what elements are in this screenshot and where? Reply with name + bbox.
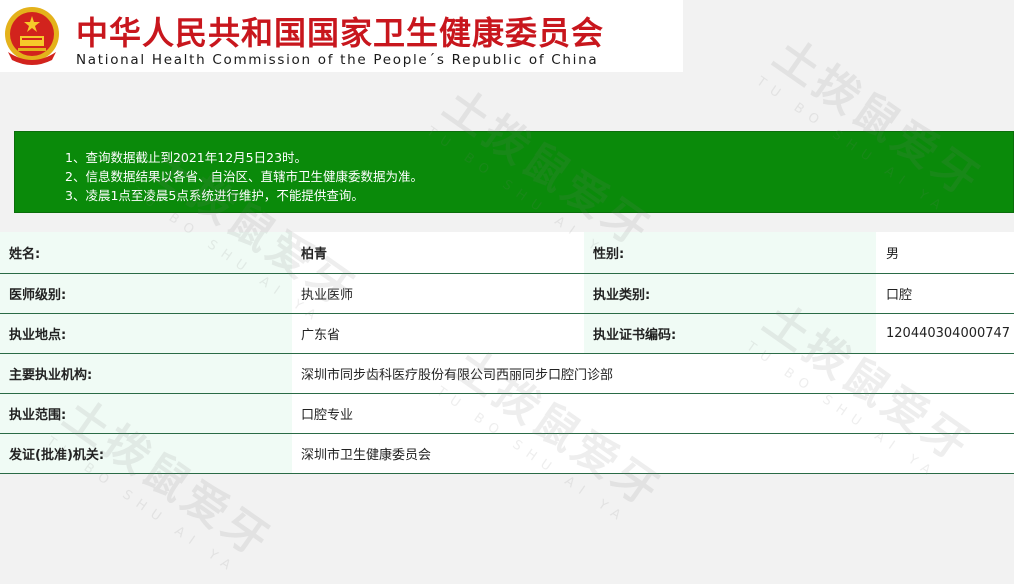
category-value: 口腔 — [876, 273, 1014, 314]
institution-value: 深圳市同步齿科医疗股份有限公司西丽同步口腔门诊部 — [292, 353, 1014, 394]
level-value: 执业医师 — [292, 273, 584, 314]
notice-line-2: 2、信息数据结果以各省、自治区、直辖市卫生健康委数据为准。 — [65, 169, 423, 184]
table-row: 执业范围: 口腔专业 — [0, 393, 1014, 434]
scope-label: 执业范围: — [0, 393, 292, 434]
notice-line-3: 3、凌晨1点至凌晨5点系统进行维护，不能提供查询。 — [65, 188, 364, 203]
location-label: 执业地点: — [0, 313, 292, 354]
cert-value: 120440304000747 — [876, 313, 1014, 354]
site-header: 中华人民共和国国家卫生健康委员会 National Health Commiss… — [0, 0, 683, 72]
query-notice-box: 1、查询数据截止到2021年12月5日23时。 2、信息数据结果以各省、自治区、… — [14, 131, 1014, 213]
name-label: 姓名: — [0, 232, 292, 274]
table-row: 执业地点: 广东省 执业证书编码: 120440304000747 — [0, 313, 1014, 354]
physician-info-table: 姓名: 柏青 性别: 男 医师级别: 执业医师 执业类别: 口腔 执业地点: 广… — [0, 232, 1014, 474]
agency-title-chinese: 中华人民共和国国家卫生健康委员会 — [76, 14, 605, 52]
gender-value: 男 — [876, 232, 1014, 274]
table-row: 姓名: 柏青 性别: 男 — [0, 232, 1014, 274]
authority-label: 发证(批准)机关: — [0, 433, 292, 474]
notice-line-1: 1、查询数据截止到2021年12月5日23时。 — [65, 150, 308, 165]
authority-value: 深圳市卫生健康委员会 — [292, 433, 1014, 474]
institution-label: 主要执业机构: — [0, 353, 292, 394]
name-value: 柏青 — [292, 232, 584, 274]
location-value: 广东省 — [292, 313, 584, 354]
cert-label: 执业证书编码: — [584, 313, 876, 354]
table-row: 发证(批准)机关: 深圳市卫生健康委员会 — [0, 433, 1014, 474]
gender-label: 性别: — [584, 232, 876, 274]
table-row: 医师级别: 执业医师 执业类别: 口腔 — [0, 273, 1014, 314]
category-label: 执业类别: — [584, 273, 876, 314]
table-row: 主要执业机构: 深圳市同步齿科医疗股份有限公司西丽同步口腔门诊部 — [0, 353, 1014, 394]
level-label: 医师级别: — [0, 273, 292, 314]
scope-value: 口腔专业 — [292, 393, 1014, 434]
agency-title-english: National Health Commission of the People… — [76, 52, 599, 68]
national-emblem-icon — [5, 7, 59, 65]
